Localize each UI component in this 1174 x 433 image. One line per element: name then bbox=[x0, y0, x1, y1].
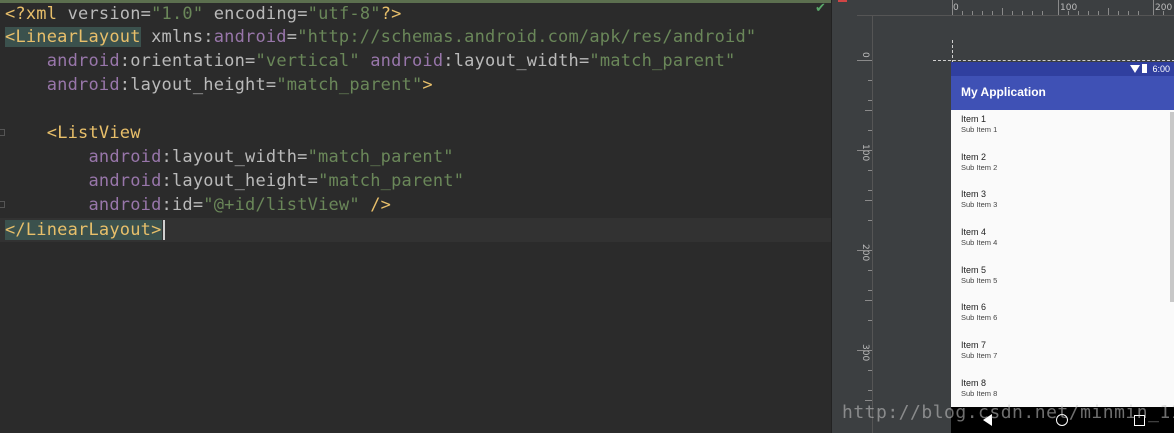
code-line-4[interactable]: android:layout_height="match_parent"> bbox=[5, 73, 433, 97]
list-item-subtitle: Sub Item 7 bbox=[961, 351, 998, 360]
list-item-subtitle: Sub Item 8 bbox=[961, 389, 998, 398]
ruler-tick bbox=[868, 170, 872, 171]
code-line-8[interactable]: android:id="@+id/listView" /> bbox=[5, 193, 391, 217]
ruler-tick bbox=[1012, 11, 1013, 15]
ruler-tick bbox=[1032, 11, 1033, 15]
ruler-label: 300 bbox=[860, 344, 870, 362]
ruler-tick bbox=[1068, 11, 1069, 15]
list-item-title: Item 1 bbox=[961, 114, 987, 124]
list-item-subtitle: Sub Item 5 bbox=[961, 276, 998, 285]
ruler-tick bbox=[1078, 11, 1079, 15]
ruler-tick bbox=[865, 400, 872, 401]
wifi-icon bbox=[1130, 65, 1140, 73]
ruler-tick bbox=[1108, 8, 1109, 15]
list-item[interactable]: Item 5 Sub Item 5 bbox=[951, 261, 1174, 299]
list-item[interactable]: Item 2 Sub Item 2 bbox=[951, 148, 1174, 186]
ruler-tick bbox=[972, 11, 973, 15]
ruler-tick bbox=[1138, 11, 1139, 15]
list-item-subtitle: Sub Item 3 bbox=[961, 200, 998, 209]
ruler-label: 0 bbox=[860, 52, 870, 58]
code-line-3[interactable]: android:orientation="vertical" android:l… bbox=[5, 49, 736, 73]
ruler-tick bbox=[857, 350, 872, 351]
list-item[interactable]: Item 6 Sub Item 6 bbox=[951, 298, 1174, 336]
ruler-tick bbox=[868, 270, 872, 271]
ruler-tick bbox=[868, 390, 872, 391]
ruler-tick bbox=[868, 130, 872, 131]
app-bar: My Application bbox=[951, 76, 1174, 110]
ruler-tick bbox=[868, 80, 872, 81]
ruler-tick bbox=[1163, 11, 1164, 15]
ruler-label: 0 bbox=[953, 3, 959, 13]
code-line-7[interactable]: android:layout_height="match_parent" bbox=[5, 169, 464, 193]
ruler-tick bbox=[865, 300, 872, 301]
list-item[interactable]: Item 3 Sub Item 3 bbox=[951, 185, 1174, 223]
ruler-tick bbox=[962, 11, 963, 15]
guide-line-horizontal bbox=[933, 60, 1174, 61]
ruler-tick bbox=[1042, 11, 1043, 15]
watermark: http://blog.csdn.net/minmin_1123 bbox=[842, 402, 1174, 423]
preview-side-strip bbox=[832, 0, 857, 433]
list-item[interactable]: Item 7 Sub Item 7 bbox=[951, 336, 1174, 374]
ruler-tick bbox=[992, 11, 993, 15]
ruler-tick bbox=[868, 220, 872, 221]
ruler-tick bbox=[868, 190, 872, 191]
status-bar: 6:00 bbox=[951, 62, 1174, 76]
ruler-tick bbox=[982, 11, 983, 15]
app-title: My Application bbox=[961, 85, 1046, 99]
code-line-2[interactable]: <LinearLayout xmlns:android="http://sche… bbox=[5, 25, 756, 49]
list-item-subtitle: Sub Item 1 bbox=[961, 125, 998, 134]
device-preview[interactable]: 6:00 My Application Item 1 Sub Item 1 It… bbox=[951, 62, 1174, 433]
ruler-tick bbox=[868, 320, 872, 321]
ruler-tick bbox=[1002, 8, 1003, 15]
list-item-title: Item 2 bbox=[961, 152, 987, 162]
ruler-tick bbox=[1118, 11, 1119, 15]
code-editor[interactable]: ✔ <?xml version="1.0" encoding="utf-8"?>… bbox=[0, 0, 831, 433]
code-line-1[interactable]: <?xml version="1.0" encoding="utf-8"?> bbox=[5, 2, 402, 26]
ruler-tick bbox=[1058, 0, 1059, 15]
ruler-tick bbox=[865, 200, 872, 201]
ruler-tick bbox=[865, 110, 872, 111]
code-line-9-current[interactable]: </LinearLayout> bbox=[0, 218, 831, 242]
ruler-tick bbox=[1022, 11, 1023, 15]
vertical-ruler: 0 100 200 300 bbox=[857, 16, 873, 433]
error-marker bbox=[838, 0, 847, 2]
ruler-tick bbox=[1153, 0, 1154, 15]
ruler-tick bbox=[1128, 11, 1129, 15]
list-scrollbar[interactable] bbox=[1170, 112, 1174, 302]
list-item[interactable]: Item 4 Sub Item 4 bbox=[951, 223, 1174, 261]
list-item-subtitle: Sub Item 2 bbox=[961, 163, 998, 172]
horizontal-ruler: 0 100 200 bbox=[857, 0, 1174, 16]
ruler-tick bbox=[857, 250, 872, 251]
ruler-tick bbox=[868, 100, 872, 101]
check-icon: ✔ bbox=[815, 1, 826, 16]
list-item-subtitle: Sub Item 6 bbox=[961, 313, 998, 322]
list-item-title: Item 5 bbox=[961, 265, 987, 275]
code-line-6[interactable]: android:layout_width="match_parent" bbox=[5, 145, 454, 169]
ruler-tick bbox=[1098, 11, 1099, 15]
ruler-tick bbox=[868, 370, 872, 371]
ruler-label: 100 bbox=[860, 144, 870, 162]
ruler-tick bbox=[857, 60, 872, 61]
list-item-title: Item 4 bbox=[961, 227, 987, 237]
list-item-subtitle: Sub Item 4 bbox=[961, 238, 998, 247]
list-item-title: Item 7 bbox=[961, 340, 987, 350]
list-item-title: Item 3 bbox=[961, 189, 987, 199]
battery-icon bbox=[1142, 64, 1147, 73]
status-time: 6:00 bbox=[1152, 64, 1170, 74]
ruler-tick bbox=[857, 150, 872, 151]
list-item-title: Item 8 bbox=[961, 378, 987, 388]
code-line-5[interactable]: <ListView bbox=[5, 121, 141, 145]
ruler-tick bbox=[952, 0, 953, 15]
ruler-tick bbox=[868, 290, 872, 291]
text-caret bbox=[162, 220, 165, 240]
ruler-label: 200 bbox=[860, 244, 870, 262]
list-item[interactable]: Item 1 Sub Item 1 bbox=[951, 110, 1174, 148]
list-item-title: Item 6 bbox=[961, 302, 987, 312]
ruler-tick bbox=[1088, 11, 1089, 15]
